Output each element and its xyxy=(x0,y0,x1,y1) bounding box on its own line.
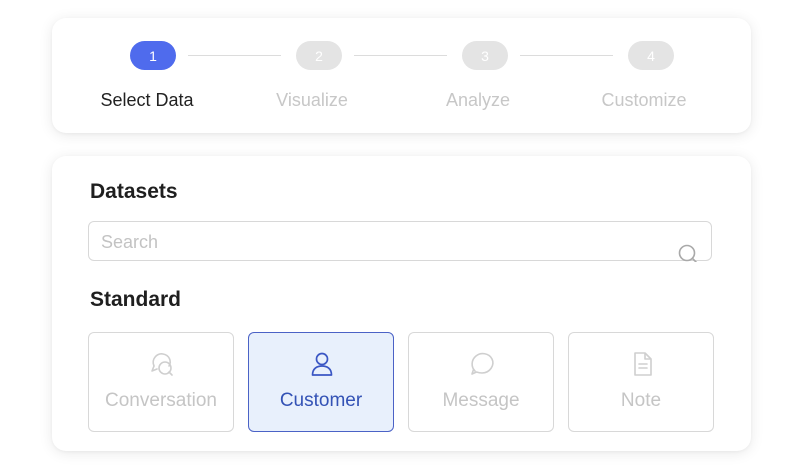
tile-label: Message xyxy=(442,390,520,411)
dataset-tile-message[interactable]: Message xyxy=(408,332,554,432)
step-connector xyxy=(188,55,281,56)
message-bubble-icon xyxy=(468,350,496,378)
dataset-tile-customer[interactable]: Customer xyxy=(248,332,394,432)
step-connector xyxy=(520,55,613,56)
conversation-icon xyxy=(148,350,176,378)
user-icon xyxy=(308,350,336,378)
step-4-indicator[interactable]: 4 xyxy=(628,41,674,70)
dataset-tile-conversation[interactable]: Conversation xyxy=(88,332,234,432)
standard-section-title: Standard xyxy=(90,288,182,311)
datasets-panel: Datasets Standard Conversation xyxy=(52,156,751,451)
step-3-label[interactable]: Analyze xyxy=(408,90,548,111)
search-icon[interactable] xyxy=(678,244,700,262)
tile-label: Note xyxy=(620,390,662,411)
step-4-label[interactable]: Customize xyxy=(574,90,714,111)
dataset-tile-note[interactable]: Note xyxy=(568,332,714,432)
step-2-indicator[interactable]: 2 xyxy=(296,41,342,70)
step-connector xyxy=(354,55,447,56)
step-2-label[interactable]: Visualize xyxy=(242,90,382,111)
datasets-title: Datasets xyxy=(90,180,178,203)
tile-label: Conversation xyxy=(105,390,217,411)
step-1-indicator[interactable]: 1 xyxy=(130,41,176,70)
stepper: 1 2 3 4 Select Data Visualize Analyze Cu… xyxy=(52,18,751,133)
step-1-label[interactable]: Select Data xyxy=(77,90,217,111)
step-3-indicator[interactable]: 3 xyxy=(462,41,508,70)
search-field[interactable] xyxy=(88,221,712,262)
search-input[interactable] xyxy=(101,230,661,254)
document-icon xyxy=(628,350,656,378)
tile-label: Customer xyxy=(279,390,363,411)
